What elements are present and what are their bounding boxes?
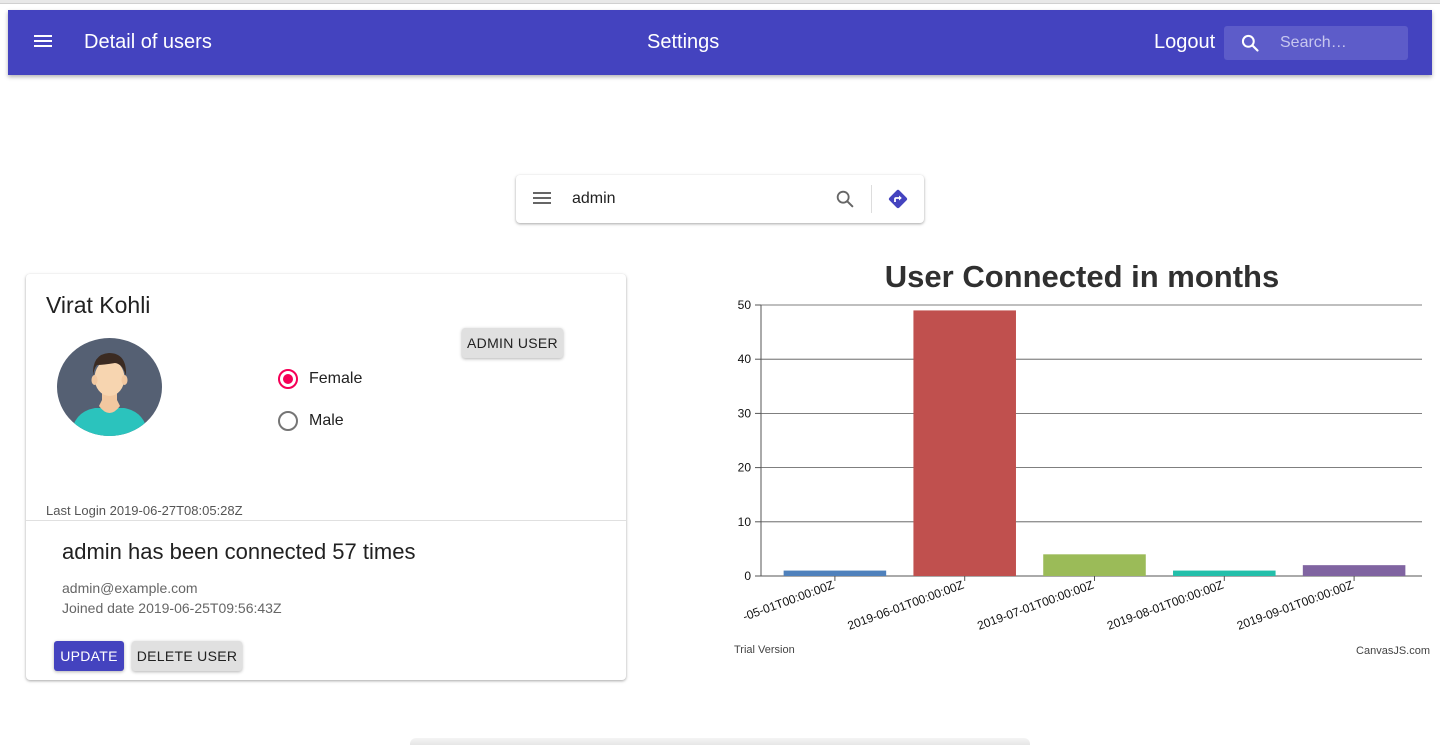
x-tick-label: 2019-08-01T00:00:00Z bbox=[1105, 578, 1225, 633]
y-tick-label: 40 bbox=[738, 352, 752, 366]
user-search-input[interactable] bbox=[572, 188, 822, 210]
app-bar: Detail of users Settings Logout bbox=[8, 10, 1432, 75]
x-tick-label: -05-01T00:00:00Z bbox=[741, 578, 836, 624]
y-tick-label: 10 bbox=[738, 515, 752, 529]
trial-version-watermark: Trial Version bbox=[734, 644, 795, 656]
x-tick-label: 2019-07-01T00:00:00Z bbox=[975, 578, 1095, 633]
y-tick-label: 50 bbox=[738, 298, 752, 312]
last-login: Last Login 2019-06-27T08:05:28Z bbox=[46, 503, 243, 518]
delete-user-button[interactable]: DELETE USER bbox=[132, 641, 242, 671]
settings-link[interactable]: Settings bbox=[647, 31, 719, 54]
y-tick-label: 0 bbox=[744, 569, 751, 583]
y-tick-label: 30 bbox=[738, 406, 752, 420]
joined-date: Joined date 2019-06-25T09:56:43Z bbox=[62, 600, 282, 616]
gender-label-male: Male bbox=[309, 412, 344, 429]
radio-unchecked-icon[interactable] bbox=[278, 411, 298, 431]
user-email: admin@example.com bbox=[62, 580, 198, 596]
appbar-search bbox=[1224, 26, 1408, 60]
user-search-bar bbox=[516, 175, 924, 223]
divider bbox=[871, 185, 872, 213]
x-tick-label: 2019-09-01T00:00:00Z bbox=[1235, 578, 1355, 633]
bar bbox=[1173, 570, 1276, 576]
chart-title: User Connected in months bbox=[885, 259, 1279, 294]
window-top-edge bbox=[0, 0, 1440, 4]
connection-count-text: admin has been connected 57 times bbox=[62, 539, 416, 564]
user-card: Virat Kohli ADMIN USER Female Male Last … bbox=[26, 274, 626, 680]
bottom-panel-edge bbox=[410, 738, 1030, 745]
canvasjs-credit[interactable]: CanvasJS.com bbox=[1356, 645, 1430, 657]
gender-radio-male[interactable]: Male bbox=[278, 411, 344, 431]
x-tick-label: 2019-06-01T00:00:00Z bbox=[846, 578, 966, 633]
gender-label-female: Female bbox=[309, 370, 363, 387]
appbar-search-input[interactable] bbox=[1280, 33, 1400, 53]
user-name: Virat Kohli bbox=[46, 292, 151, 318]
avatar bbox=[57, 338, 162, 436]
gender-radio-female[interactable]: Female bbox=[278, 369, 362, 389]
search-icon[interactable] bbox=[834, 188, 856, 215]
hamburger-menu-icon[interactable] bbox=[34, 32, 54, 52]
bar bbox=[913, 310, 1016, 576]
bar bbox=[1302, 565, 1406, 576]
connections-chart: User Connected in months 0 10 20 30 40 50 -05… bbox=[730, 250, 1440, 670]
directions-icon[interactable] bbox=[886, 187, 910, 216]
chart-canvas: User Connected in months 0 10 20 30 40 50 -05… bbox=[734, 259, 1430, 657]
update-button[interactable]: UPDATE bbox=[54, 641, 124, 671]
search-icon bbox=[1240, 33, 1260, 58]
bar bbox=[1043, 554, 1146, 576]
bar bbox=[783, 570, 887, 576]
logout-link[interactable]: Logout bbox=[1154, 31, 1215, 54]
card-divider bbox=[26, 520, 626, 521]
radio-checked-icon[interactable] bbox=[278, 369, 298, 389]
y-tick-label: 20 bbox=[738, 461, 752, 475]
admin-user-button[interactable]: ADMIN USER bbox=[462, 328, 563, 358]
app-title: Detail of users bbox=[84, 31, 212, 53]
menu-icon[interactable] bbox=[533, 192, 551, 206]
